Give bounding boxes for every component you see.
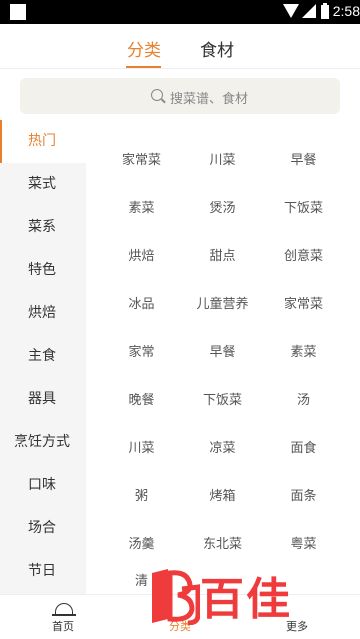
sidebar-item-festival[interactable]: 节日 — [0, 550, 86, 593]
active-tab-indicator — [126, 66, 161, 68]
grid-item[interactable]: 家常菜 — [96, 137, 187, 185]
grid-item[interactable]: 儿童营养 — [177, 281, 268, 329]
grid-item[interactable]: 川菜 — [177, 137, 268, 185]
grid-item[interactable]: 素菜 — [96, 185, 187, 233]
sidebar-item-label: 热门 — [28, 133, 56, 149]
wifi-icon — [283, 4, 299, 18]
nav-home[interactable]: 首页 — [3, 595, 123, 639]
search-input[interactable]: 搜菜谱、食材 — [20, 78, 340, 114]
grid-item[interactable]: 下饭菜 — [177, 377, 268, 425]
notification-icon — [10, 4, 26, 20]
grid-item[interactable]: 烤箱 — [177, 473, 268, 521]
category-sidebar: 热门 菜式 菜系 特色 烘焙 主食 器具 烹饪方式 口味 场合 节日 — [0, 120, 86, 594]
watermark-text: 百佳 — [200, 574, 292, 625]
status-bar: 2:58 — [0, 0, 360, 24]
grid-item[interactable]: 粥 — [96, 473, 187, 521]
grid-item[interactable]: 面食 — [258, 425, 349, 473]
grid-item[interactable]: 汤羹 — [96, 521, 187, 569]
watermark-logo: 百佳 — [148, 563, 338, 629]
grid-item[interactable]: 东北菜 — [177, 521, 268, 569]
category-grid: 家常菜 川菜 早餐 素菜 煲汤 下饭菜 烘焙 甜点 创意菜 冰品 儿童营养 家常… — [86, 120, 360, 594]
sidebar-item-label: 烹饪方式 — [14, 434, 70, 450]
sidebar-item-label: 口味 — [28, 477, 56, 493]
nav-label: 首页 — [52, 620, 74, 633]
grid-item[interactable]: 早餐 — [258, 137, 349, 185]
search-icon — [151, 89, 163, 101]
sidebar-item-label: 主食 — [28, 348, 56, 364]
grid-item[interactable]: 家常菜 — [258, 281, 349, 329]
grid-item[interactable]: 烘焙 — [96, 233, 187, 281]
grid-item[interactable]: 晚餐 — [96, 377, 187, 425]
tab-ingredients[interactable]: 食材 — [200, 36, 234, 61]
sidebar-item-label: 菜式 — [28, 176, 56, 192]
sidebar-item-label: 器具 — [28, 391, 56, 407]
sidebar-item-label: 特色 — [28, 262, 56, 278]
grid-item[interactable]: 汤 — [258, 377, 349, 425]
chef-hat-icon — [52, 603, 76, 616]
sidebar-item-label: 烘焙 — [28, 305, 56, 321]
sidebar-item-baking[interactable]: 烘焙 — [0, 292, 86, 335]
grid-item[interactable]: 素菜 — [258, 329, 349, 377]
sidebar-item-utensils[interactable]: 器具 — [0, 378, 86, 421]
sidebar-item-label: 场合 — [28, 520, 56, 536]
sidebar-item-cuisine[interactable]: 菜系 — [0, 206, 86, 249]
status-time: 2:58 — [332, 3, 360, 19]
watermark-mark-icon — [152, 569, 200, 625]
sidebar-item-dish-style[interactable]: 菜式 — [0, 163, 86, 206]
grid-item[interactable]: 家常 — [96, 329, 187, 377]
sidebar-item-occasion[interactable]: 场合 — [0, 507, 86, 550]
sidebar-item-specialty[interactable]: 特色 — [0, 249, 86, 292]
grid-item[interactable]: 冰品 — [96, 281, 187, 329]
top-tabs: 分类 食材 — [0, 24, 360, 69]
grid-item[interactable]: 粤菜 — [258, 521, 349, 569]
grid-item[interactable]: 下饭菜 — [258, 185, 349, 233]
sidebar-item-cooking-method[interactable]: 烹饪方式 — [0, 421, 86, 464]
tab-category[interactable]: 分类 — [127, 36, 161, 61]
grid-item[interactable]: 甜点 — [177, 233, 268, 281]
grid-item[interactable]: 煲汤 — [177, 185, 268, 233]
sidebar-item-label: 节日 — [28, 563, 56, 579]
signal-icon — [302, 4, 316, 18]
sidebar-item-staple[interactable]: 主食 — [0, 335, 86, 378]
grid-item[interactable]: 早餐 — [177, 329, 268, 377]
grid-item[interactable]: 创意菜 — [258, 233, 349, 281]
sidebar-item-taste[interactable]: 口味 — [0, 464, 86, 507]
search-placeholder: 搜菜谱、食材 — [170, 92, 249, 107]
sidebar-item-label: 菜系 — [28, 219, 56, 235]
grid-item[interactable]: 凉菜 — [177, 425, 268, 473]
sidebar-item-hot[interactable]: 热门 — [0, 120, 86, 163]
grid-item[interactable]: 川菜 — [96, 425, 187, 473]
grid-item[interactable]: 面条 — [258, 473, 349, 521]
